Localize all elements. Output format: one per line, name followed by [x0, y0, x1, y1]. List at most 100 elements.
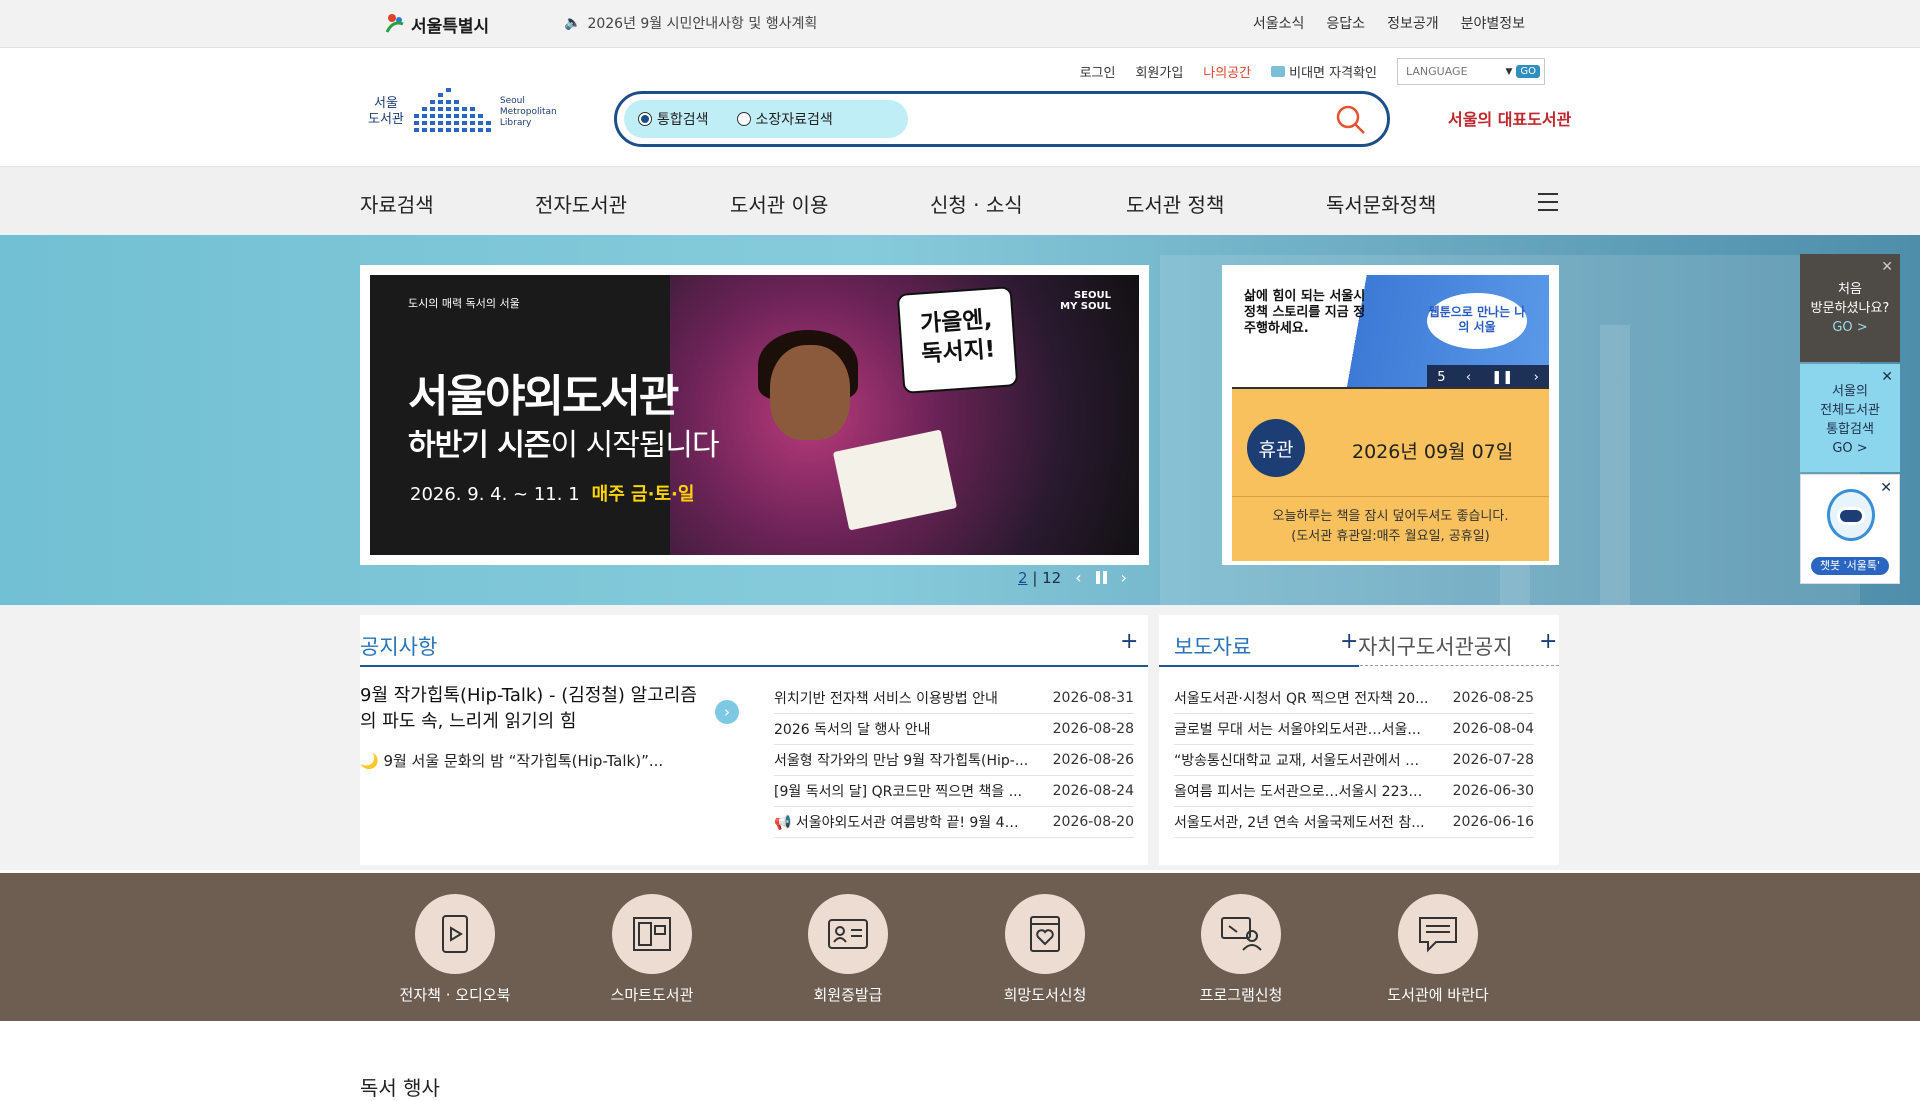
- list-item[interactable]: 2026 독서의 달 행사 안내 2026-08-28: [774, 714, 1134, 745]
- press-more-icon[interactable]: +: [1340, 629, 1358, 654]
- list-item[interactable]: 올여름 피서는 도서관으로…서울시 223개... 2026-06-30: [1174, 776, 1534, 807]
- radio-dot: [736, 112, 751, 126]
- logo-kr-line1: 서울: [373, 96, 398, 111]
- seoul-city-logo[interactable]: 서울특별시: [383, 9, 489, 39]
- item-title: 서울도서관, 2년 연속 서울국제도서전 참...: [1174, 815, 1425, 831]
- language-go-button[interactable]: GO: [1516, 65, 1540, 78]
- search-bar: 통합검색 소장자료검색: [614, 91, 1390, 147]
- list-item[interactable]: 위치기반 전자책 서비스 이용방법 안내 2026-08-31: [774, 683, 1134, 714]
- district-more-icon[interactable]: +: [1539, 629, 1557, 654]
- program-icon: [1201, 894, 1281, 974]
- nav-reading-policy[interactable]: 독서문화정책: [1326, 189, 1436, 218]
- prev-arrow-icon[interactable]: ‹: [1466, 370, 1471, 385]
- banner-date-range: 2026. 9. 4. ~ 11. 1: [410, 484, 580, 505]
- notice-more-icon[interactable]: +: [1120, 629, 1138, 654]
- verify-link[interactable]: 비대면 자격확인: [1271, 62, 1377, 81]
- top-link-response[interactable]: 응답소: [1326, 13, 1365, 33]
- item-date: 2026-08-28: [1052, 721, 1134, 737]
- service-member-card[interactable]: 회원증발급: [763, 894, 933, 1005]
- smart-library-icon: [612, 894, 692, 974]
- tab-district-notice[interactable]: 자치구도서관공지: [1358, 631, 1513, 661]
- join-link[interactable]: 회원가입: [1135, 62, 1183, 81]
- search-input[interactable]: [917, 104, 1297, 136]
- quick-services: 전자책 · 오디오북 스마트도서관 회원증발급 희망도서신청 프로그램신청 도서…: [0, 873, 1920, 1021]
- list-item[interactable]: 서울도서관·시청서 QR 찍으면 전자책 20... 2026-08-25: [1174, 683, 1534, 714]
- login-link[interactable]: 로그인: [1080, 62, 1116, 81]
- list-item[interactable]: 서울도서관, 2년 연속 서울국제도서전 참... 2026-06-16: [1174, 807, 1534, 838]
- top-link-news[interactable]: 서울소식: [1253, 13, 1305, 33]
- representative-library-logo[interactable]: 서울의 대표도서관: [1448, 106, 1571, 130]
- close-icon[interactable]: ✕: [1880, 479, 1892, 498]
- search-icon[interactable]: [1335, 104, 1367, 136]
- nav-e-library[interactable]: 전자도서관: [535, 189, 627, 218]
- webtoon-promo-text: 삶에 힘이 되는 서울시 정책 스토리를 지금 정주행하세요.: [1244, 289, 1366, 336]
- pause-icon[interactable]: [1095, 571, 1107, 584]
- first-visit-line2: 방문하셨나요?: [1810, 301, 1890, 316]
- nav-material-search[interactable]: 자료검색: [360, 189, 434, 218]
- top-link-field[interactable]: 분야별정보: [1461, 13, 1525, 33]
- policy-webtoon-banner[interactable]: 삶에 힘이 되는 서울시 정책 스토리를 지금 정주행하세요. 웹툰으로 만나는…: [1232, 275, 1549, 389]
- verify-label: 비대면 자격확인: [1289, 66, 1377, 81]
- logo-en-line1: Seoul: [499, 95, 525, 106]
- featured-notice-title[interactable]: 9월 작가힙톡(Hip-Talk) - (김정철) 알고리즘의 파도 속, 느리…: [360, 683, 710, 735]
- seoul-my-soul-logo: SEOUL MY SOUL: [1060, 290, 1111, 312]
- service-ebook[interactable]: 전자책 · 오디오북: [370, 894, 540, 1005]
- radio-holdings-search[interactable]: 소장자료검색: [723, 109, 847, 129]
- language-select[interactable]: LANGUAGE ▼ GO: [1397, 58, 1545, 85]
- banner-image: 도시의 매력 독서의 서울 서울야외도서관 하반기 시즌이 시작됩니다 2026…: [370, 275, 1139, 555]
- nav-apply-news[interactable]: 신청 · 소식: [930, 189, 1023, 218]
- my-space-link[interactable]: 나의공간: [1203, 62, 1251, 81]
- top-link-info[interactable]: 정보공개: [1387, 13, 1439, 33]
- quick-integrated-search[interactable]: ✕ 서울의 전체도서관 통합검색 GO >: [1800, 364, 1900, 472]
- list-item[interactable]: 📢 서울야외도서관 여름방학 끝! 9월 4일... 2026-08-20: [774, 807, 1134, 838]
- seoul-logo-text: 서울특별시: [411, 16, 490, 37]
- featured-notice-sub[interactable]: 🌙 9월 서울 문화의 밤 “작가힙톡(Hip-Talk)”...: [360, 750, 663, 771]
- chatbot-mascot-icon: [1827, 489, 1875, 541]
- service-wish-book[interactable]: 희망도서신청: [960, 894, 1130, 1005]
- nav-library-use[interactable]: 도서관 이용: [730, 189, 828, 218]
- radio-label: 통합검색: [657, 112, 709, 128]
- service-suggestion[interactable]: 도서관에 바란다: [1353, 894, 1523, 1005]
- top-links: 서울소식 응답소 정보공개 분야별정보: [1253, 13, 1525, 33]
- library-dots-icon: [413, 88, 491, 132]
- next-arrow-icon[interactable]: ›: [1534, 370, 1539, 385]
- pause-icon[interactable]: ❚❚: [1491, 370, 1513, 385]
- banner-subtitle: 하반기 시즌이 시작됩니다: [408, 420, 720, 464]
- bubble-line2: 독서지!: [920, 336, 997, 368]
- closed-msg-line1: 오늘하루는 책을 잠시 덮어두셔도 좋습니다.: [1272, 509, 1509, 524]
- prev-arrow-icon[interactable]: ‹: [1075, 568, 1081, 587]
- brand-line1: SEOUL: [1073, 290, 1111, 301]
- list-item[interactable]: “방송통신대학교 교재, 서울도서관에서 빌... 2026-07-28: [1174, 745, 1534, 776]
- close-icon[interactable]: ✕: [1881, 368, 1893, 387]
- top-notice[interactable]: 🔈 2026년 9월 시민안내사항 및 행사계획: [564, 13, 817, 33]
- quick-first-visit[interactable]: ✕ 처음 방문하셨나요? GO >: [1800, 254, 1900, 362]
- quick-chatbot[interactable]: ✕ 챗봇 '서울톡': [1800, 474, 1900, 584]
- webtoon-bubble: 웹툰으로 만나는 나의 서울: [1427, 293, 1527, 349]
- list-item[interactable]: [9월 독서의 달] QR코드만 찍으면 책을 ... 2026-08-24: [774, 776, 1134, 807]
- closed-day-panel: 삶에 힘이 되는 서울시 정책 스토리를 지금 정주행하세요. 웹툰으로 만나는…: [1222, 265, 1559, 565]
- library-logo[interactable]: 서울 도서관 Seoul Metropolitan Library: [368, 88, 557, 136]
- tab-press[interactable]: 보도자료: [1174, 631, 1251, 661]
- service-label: 회원증발급: [813, 986, 883, 1004]
- banner-sub-bold: 하반기 시즌: [408, 428, 551, 463]
- service-program[interactable]: 프로그램신청: [1156, 894, 1326, 1005]
- notice-title[interactable]: 공지사항: [360, 631, 437, 661]
- main-banner[interactable]: 도시의 매력 독서의 서울 서울야외도서관 하반기 시즌이 시작됩니다 2026…: [360, 265, 1149, 565]
- hamburger-menu-icon[interactable]: [1538, 193, 1558, 211]
- list-item[interactable]: 서울형 작가와의 만남 9월 작가힙톡(Hip-... 2026-08-26: [774, 745, 1134, 776]
- nav-library-policy[interactable]: 도서관 정책: [1126, 189, 1224, 218]
- list-item[interactable]: 글로벌 무대 서는 서울야외도서관…서울... 2026-08-04: [1174, 714, 1534, 745]
- item-title: 서울형 작가와의 만남 9월 작가힙톡(Hip-...: [774, 753, 1029, 769]
- radio-integrated-search[interactable]: 통합검색: [624, 109, 723, 129]
- next-arrow-icon[interactable]: ›: [1121, 568, 1127, 587]
- speech-bubble-icon: [1398, 894, 1478, 974]
- chevron-down-icon: ▼: [1505, 66, 1513, 77]
- item-date: 2026-06-16: [1452, 814, 1534, 830]
- close-icon[interactable]: ✕: [1881, 258, 1893, 277]
- logo-en-line3: Library: [499, 117, 532, 128]
- service-smart-library[interactable]: 스마트도서관: [567, 894, 737, 1005]
- item-title: 2026 독서의 달 행사 안내: [774, 722, 931, 738]
- chevron-right-icon[interactable]: ›: [715, 700, 739, 724]
- top-bar: 서울특별시 🔈 2026년 9월 시민안내사항 및 행사계획 서울소식 응답소 …: [0, 0, 1920, 48]
- press-list: 서울도서관·시청서 QR 찍으면 전자책 20... 2026-08-25 글로벌…: [1174, 683, 1534, 838]
